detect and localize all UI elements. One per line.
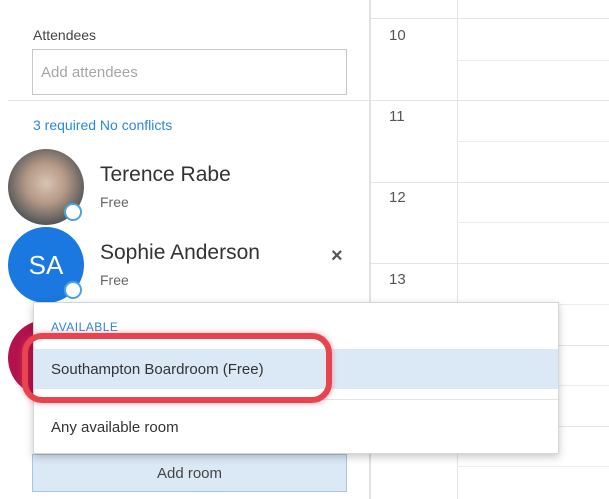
- half-hour-gridline: [458, 141, 609, 142]
- dropdown-divider: [34, 399, 558, 400]
- room-dropdown: AVAILABLE Southampton Boardroom (Free) A…: [33, 302, 559, 454]
- presence-status-icon: [64, 203, 82, 221]
- room-option-any-available[interactable]: Any available room: [51, 419, 179, 436]
- add-room-button[interactable]: Add room: [32, 454, 347, 492]
- half-hour-gridline: [458, 222, 609, 223]
- hour-gridline: [371, 263, 609, 264]
- hour-gridline: [371, 182, 609, 183]
- half-hour-gridline: [458, 60, 609, 61]
- hour-gridline: [371, 100, 609, 101]
- add-attendees-input[interactable]: [32, 49, 347, 95]
- remove-attendee-close-icon[interactable]: ×: [331, 245, 343, 268]
- hour-label-12: 12: [389, 189, 406, 206]
- room-option-southampton-boardroom[interactable]: Southampton Boardroom (Free): [34, 349, 558, 389]
- attendee-summary-link[interactable]: 3 required No conflicts: [33, 117, 172, 133]
- attendee-status: Free: [100, 194, 129, 210]
- hour-label-11: 11: [389, 108, 405, 125]
- dropdown-header-available: AVAILABLE: [51, 320, 119, 334]
- hour-label-13: 13: [389, 271, 406, 288]
- attendees-label: Attendees: [33, 27, 97, 43]
- hour-gridline: [371, 18, 609, 19]
- presence-status-icon: [64, 281, 82, 299]
- section-divider: [8, 100, 370, 101]
- attendee-status: Free: [100, 272, 129, 288]
- hour-label-10: 10: [389, 27, 406, 44]
- attendee-sophie-anderson[interactable]: SA Sophie Anderson Free ×: [8, 227, 370, 303]
- attendee-name: Terence Rabe: [100, 163, 231, 186]
- half-hour-gridline: [458, 466, 609, 467]
- attendee-terence-rabe[interactable]: Terence Rabe Free: [8, 149, 370, 225]
- attendee-name: Sophie Anderson: [100, 241, 260, 264]
- avatar-initials: SA: [28, 249, 64, 280]
